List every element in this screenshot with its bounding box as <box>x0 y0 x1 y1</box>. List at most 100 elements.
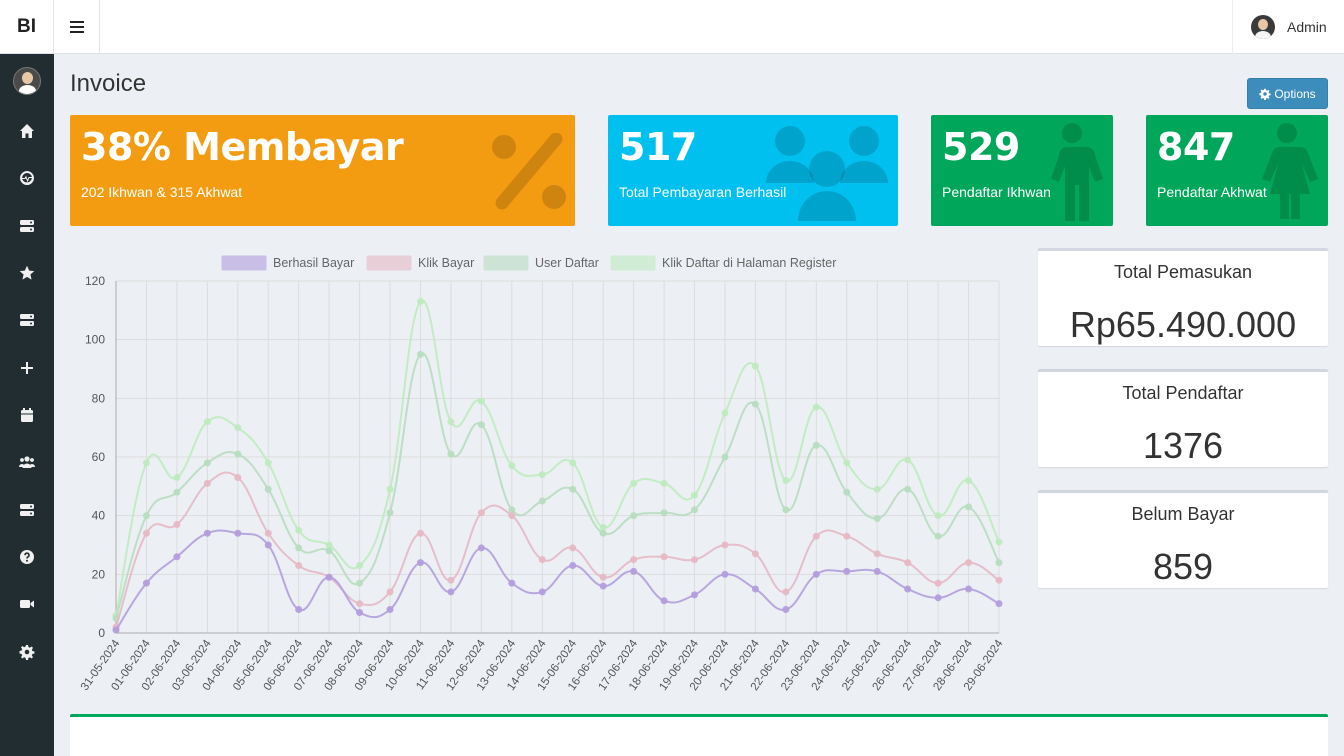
line-chart: 0 20 40 60 80 100 120 31-05-2024 01-06-2024 02-06… <box>70 244 1015 706</box>
hamburger-icon[interactable] <box>54 0 100 54</box>
data-point <box>691 591 699 599</box>
data-point <box>812 441 820 449</box>
data-point <box>477 397 485 405</box>
sidebar-item-help[interactable] <box>0 537 54 577</box>
data-point <box>295 526 303 534</box>
series-line <box>115 529 1000 631</box>
data-point <box>904 456 912 464</box>
data-point <box>264 485 272 493</box>
data-point <box>934 594 942 602</box>
data-point <box>203 418 211 426</box>
percent-icon <box>492 133 566 210</box>
stat-box-total-paid: 517 Total Pembayaran Berhasil <box>608 115 898 226</box>
stat-value: 38% Membayar <box>81 125 404 169</box>
sidebar-item-home[interactable] <box>0 111 54 151</box>
data-point <box>995 538 1003 546</box>
data-point <box>630 479 638 487</box>
data-point <box>447 450 455 458</box>
data-point <box>569 562 577 570</box>
sidebar <box>0 54 54 756</box>
data-point <box>691 491 699 499</box>
data-point <box>416 298 424 306</box>
users-icon <box>766 126 888 221</box>
data-point <box>416 529 424 537</box>
data-point <box>904 485 912 493</box>
data-point <box>142 579 150 587</box>
data-point <box>599 573 607 581</box>
data-point <box>630 556 638 564</box>
server-icon <box>20 314 34 326</box>
data-point <box>386 485 394 493</box>
data-point <box>660 553 668 561</box>
data-point <box>234 450 242 458</box>
user-menu[interactable]: Admin <box>1232 0 1344 54</box>
data-point <box>173 553 181 561</box>
data-point <box>142 459 150 467</box>
data-point <box>751 585 759 593</box>
stat-label: Pendaftar Akhwat <box>1157 184 1267 200</box>
data-point <box>812 570 820 578</box>
data-point <box>721 409 729 417</box>
user-avatar <box>1251 15 1275 39</box>
video-icon <box>20 600 34 608</box>
sidebar-item-settings[interactable] <box>0 632 54 672</box>
data-point <box>995 576 1003 584</box>
data-point <box>356 608 364 616</box>
data-point <box>538 588 546 596</box>
data-point <box>965 476 973 484</box>
data-point <box>325 573 333 581</box>
data-point <box>477 544 485 552</box>
data-point <box>995 559 1003 567</box>
data-point <box>538 497 546 505</box>
sidebar-item-video[interactable] <box>0 584 54 624</box>
data-point <box>934 532 942 540</box>
sidebar-item-server-2[interactable] <box>0 300 54 340</box>
sidebar-item-users[interactable] <box>0 442 54 482</box>
sidebar-item-dashboard[interactable] <box>0 158 54 198</box>
sidebar-item-server-1[interactable] <box>0 206 54 246</box>
data-point <box>508 512 516 520</box>
options-button[interactable]: Options <box>1247 78 1328 109</box>
star-icon <box>19 265 35 280</box>
legend-label: Berhasil Bayar <box>273 256 354 270</box>
data-point <box>142 512 150 520</box>
data-point <box>264 459 272 467</box>
data-point <box>782 606 790 614</box>
data-point <box>843 532 851 540</box>
data-point <box>477 509 485 517</box>
data-point <box>782 588 790 596</box>
data-point <box>660 479 668 487</box>
data-point <box>873 550 881 558</box>
data-point <box>599 582 607 590</box>
y-tick-label: 60 <box>92 450 106 464</box>
sidebar-item-star[interactable] <box>0 253 54 293</box>
data-point <box>721 453 729 461</box>
data-point <box>386 606 394 614</box>
data-point <box>660 509 668 517</box>
brand-logo[interactable]: BI <box>0 0 54 54</box>
data-point <box>630 567 638 575</box>
stat-box-akhwat: 847 Pendaftar Akhwat <box>1146 115 1328 226</box>
sidebar-item-calendar[interactable] <box>0 395 54 435</box>
sidebar-avatar[interactable] <box>13 67 41 95</box>
series-line <box>115 299 1000 616</box>
data-point <box>538 471 546 479</box>
data-point <box>538 556 546 564</box>
bottom-panel <box>70 714 1328 756</box>
data-point <box>234 529 242 537</box>
data-point <box>630 512 638 520</box>
data-point <box>508 579 516 587</box>
data-point <box>751 550 759 558</box>
series-line <box>115 471 1000 628</box>
data-point <box>599 529 607 537</box>
data-point <box>508 462 516 470</box>
sidebar-item-server-3[interactable] <box>0 490 54 530</box>
data-point <box>112 626 120 634</box>
summary-title: Belum Bayar <box>1131 504 1235 524</box>
data-point <box>995 600 1003 608</box>
summary-value: 859 <box>1152 546 1214 587</box>
y-tick-label: 20 <box>92 567 106 581</box>
legend-swatch <box>221 255 267 271</box>
data-point <box>447 588 455 596</box>
sidebar-item-add[interactable] <box>0 348 54 388</box>
